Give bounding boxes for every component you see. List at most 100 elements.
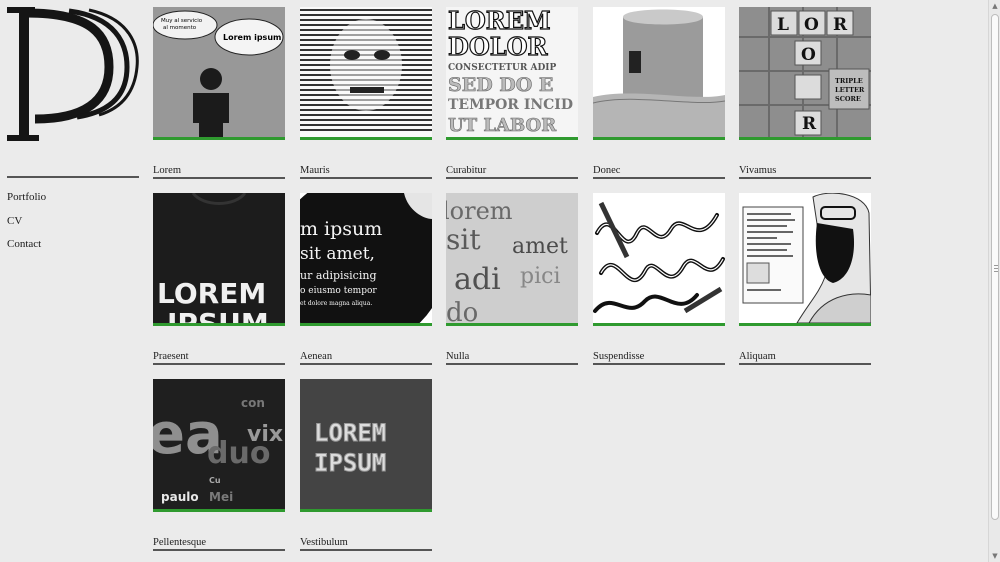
portfolio-thumbnail[interactable]: LOREM IPSUM — [153, 193, 285, 326]
bearded-man-illustration-image — [739, 193, 871, 323]
caption-divider — [593, 363, 725, 365]
p-logo-mark — [7, 7, 139, 141]
portfolio-thumbnail[interactable]: lorem sit amet adi pici do — [446, 193, 578, 326]
portfolio-thumbnail[interactable]: LOREM IPSUM — [300, 379, 432, 512]
thumb-text: TEMPOR INCID — [448, 97, 573, 113]
grip-line — [994, 265, 998, 266]
portfolio-caption[interactable]: Lorem — [153, 164, 285, 177]
caption-divider — [593, 177, 725, 179]
portfolio-thumbnail[interactable] — [300, 7, 432, 140]
vertical-scrollbar[interactable]: ▲ ▼ — [988, 0, 1000, 562]
site-logo[interactable] — [7, 7, 139, 141]
isometric-type-image: LOREM IPSUM — [300, 379, 432, 509]
portfolio-caption[interactable]: Aenean — [300, 350, 432, 363]
portfolio-thumbnail[interactable] — [739, 193, 871, 326]
thumb-text: et dolore magna aliqua. — [300, 300, 372, 307]
letterpress-type-image: LOREM DOLOR CONSECTETUR ADIP SED DO E TE… — [446, 7, 578, 137]
portfolio-thumbnail[interactable]: L O R O R TRIPLE LETTER SCORE — [739, 7, 871, 140]
portfolio-item-lorem: Muy al servicio al momento Lorem ipsum L… — [153, 7, 285, 179]
portfolio-item-vestibulum: LOREM IPSUM Vestibulum — [300, 379, 432, 551]
caption-divider — [300, 363, 432, 365]
typographic-portrait-image — [300, 7, 432, 137]
caption-divider — [153, 549, 285, 551]
scroll-down-icon[interactable]: ▼ — [989, 550, 1000, 562]
thumb-text: o eiusmo tempor — [300, 286, 377, 296]
speech-bubbles-image: Muy al servicio al momento Lorem ipsum — [153, 7, 285, 137]
caption-divider — [739, 177, 871, 179]
thumb-text: LOREM — [157, 277, 266, 310]
portfolio-item-vivamus: L O R O R TRIPLE LETTER SCORE Vivamus — [739, 7, 871, 179]
metal-cuff-image — [593, 7, 725, 137]
portfolio-caption[interactable]: Nulla — [446, 350, 578, 363]
thumb-text: TRIPLE — [835, 77, 863, 85]
thumb-text: IPSUM — [167, 307, 269, 323]
scroll-up-icon[interactable]: ▲ — [989, 0, 1000, 12]
grip-line — [994, 268, 998, 269]
portfolio-thumbnail[interactable] — [593, 193, 725, 326]
thumb-text: Mei — [209, 490, 233, 504]
thumb-text: LOREM — [314, 419, 386, 447]
portfolio-caption[interactable]: Vestibulum — [300, 536, 432, 549]
thumb-text: SED DO E — [448, 74, 553, 96]
portfolio-item-praesent: LOREM IPSUM Praesent — [153, 193, 285, 365]
caption-divider — [153, 363, 285, 365]
thumb-text: IPSUM — [314, 449, 386, 477]
portfolio-item-aliquam: Aliquam — [739, 193, 871, 365]
thumb-text: UT LABOR — [448, 115, 557, 136]
thumb-text: paulo — [161, 490, 199, 504]
caption-divider — [739, 363, 871, 365]
thumb-text: DOLOR — [448, 32, 549, 61]
nav-item-contact[interactable]: Contact — [7, 237, 46, 261]
grip-line — [994, 271, 998, 272]
thumb-text: con — [241, 396, 265, 410]
thumb-text: Lorem ipsum — [223, 33, 281, 42]
thumb-text: m ipsum — [300, 218, 382, 240]
thumb-text: Muy al servicio — [161, 18, 203, 24]
caption-divider — [153, 177, 285, 179]
portfolio-item-nulla: lorem sit amet adi pici do Nulla — [446, 193, 578, 365]
portfolio-item-curabitur: LOREM DOLOR CONSECTETUR ADIP SED DO E TE… — [446, 7, 578, 179]
portfolio-thumbnail[interactable]: Muy al servicio al momento Lorem ipsum — [153, 7, 285, 140]
thumb-text: ur adipisicing — [300, 269, 376, 282]
thumb-text: SCORE — [835, 95, 861, 103]
nav-item-cv[interactable]: CV — [7, 214, 46, 238]
portfolio-item-aenean: m ipsum sit amet, ur adipisicing o eiusm… — [300, 193, 432, 365]
thumb-text: R — [833, 15, 848, 35]
thumb-text: O — [804, 15, 819, 35]
thumb-text: L — [777, 15, 789, 35]
thumb-text: Cu — [209, 476, 221, 485]
caption-divider — [300, 549, 432, 551]
newspaper-letters-image: lorem sit amet adi pici do — [446, 193, 578, 323]
sidebar-divider — [7, 176, 139, 178]
portfolio-caption[interactable]: Mauris — [300, 164, 432, 177]
thumb-text: LETTER — [835, 86, 865, 94]
portfolio-caption[interactable]: Aliquam — [739, 350, 871, 363]
portfolio-item-mauris: Mauris — [300, 7, 432, 179]
caption-divider — [446, 177, 578, 179]
scrabble-tiles-image: L O R O R TRIPLE LETTER SCORE — [739, 7, 871, 137]
pen-lettering-image — [593, 193, 725, 323]
peeling-sticker-image: m ipsum sit amet, ur adipisicing o eiusm… — [300, 193, 432, 323]
portfolio-thumbnail[interactable]: LOREM DOLOR CONSECTETUR ADIP SED DO E TE… — [446, 7, 578, 140]
caption-divider — [300, 177, 432, 179]
thumb-text: sit amet, — [300, 244, 375, 264]
caption-divider — [446, 363, 578, 365]
portfolio-item-donec: Donec — [593, 7, 725, 179]
portfolio-thumbnail[interactable] — [593, 7, 725, 140]
thumb-text: LOREM — [448, 7, 551, 35]
portfolio-caption[interactable]: Pellentesque — [153, 536, 285, 549]
thumb-text: O — [801, 45, 816, 65]
thumb-text: vix — [247, 422, 283, 447]
thumb-text: CONSECTETUR ADIP — [448, 63, 556, 73]
portfolio-caption[interactable]: Vivamus — [739, 164, 871, 177]
portfolio-thumbnail[interactable]: m ipsum sit amet, ur adipisicing o eiusm… — [300, 193, 432, 326]
portfolio-thumbnail[interactable]: ea duo vix paulo Mei Cu con — [153, 379, 285, 512]
nav-item-portfolio[interactable]: Portfolio — [7, 190, 46, 214]
portfolio-caption[interactable]: Suspendisse — [593, 350, 725, 363]
scrollbar-thumb[interactable] — [991, 14, 999, 520]
portfolio-caption[interactable]: Praesent — [153, 350, 285, 363]
portfolio-caption[interactable]: Curabitur — [446, 164, 578, 177]
word-cloud-image: ea duo vix paulo Mei Cu con — [153, 379, 285, 509]
portfolio-caption[interactable]: Donec — [593, 164, 725, 177]
tshirt-print-image: LOREM IPSUM — [153, 193, 285, 323]
